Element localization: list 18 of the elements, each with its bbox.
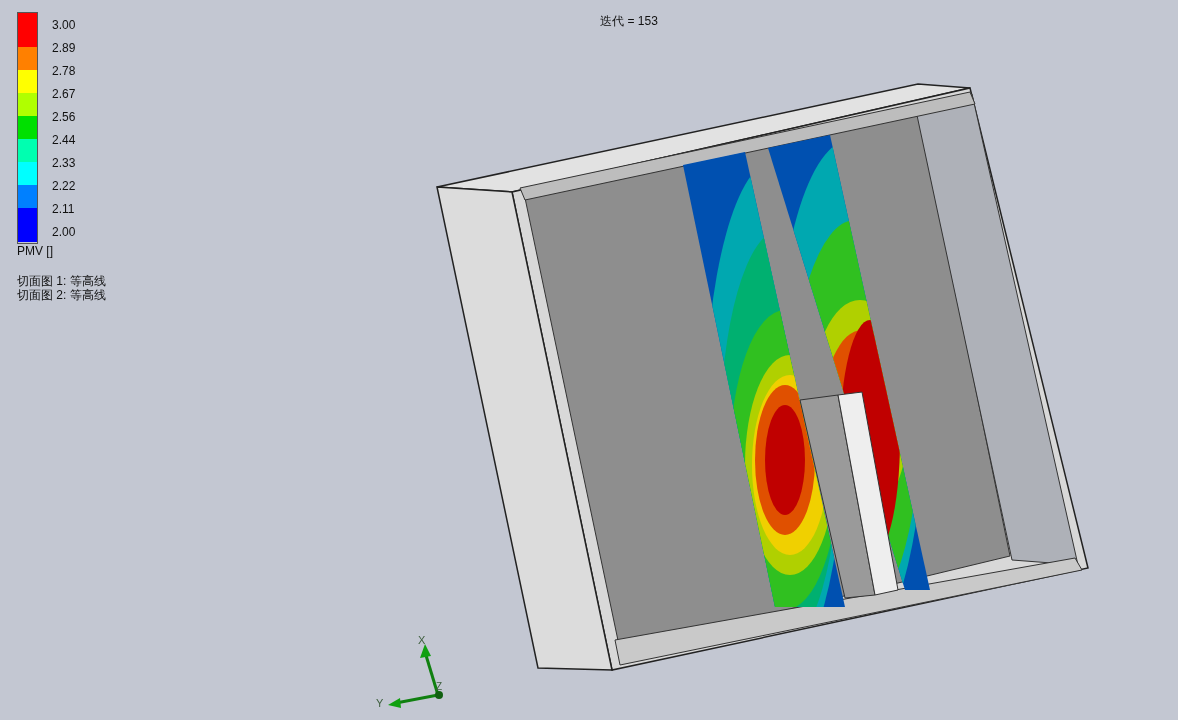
legend-title: PMV [] xyxy=(17,244,54,258)
scale-value: 3.00 xyxy=(52,17,76,34)
axis-label: X xyxy=(418,634,426,646)
scale-value: 2.56 xyxy=(52,109,76,126)
iteration-label: 迭代 = 153 xyxy=(600,13,658,30)
scale-value: 2.89 xyxy=(52,40,76,57)
scale-value: 2.11 xyxy=(52,201,76,218)
scale-value: 2.44 xyxy=(52,132,76,149)
plot-caption: 切面图 2: 等高线 xyxy=(17,288,106,302)
scale-value: 2.33 xyxy=(52,155,76,172)
scale-value: 2.78 xyxy=(52,63,76,80)
scale-value: 2.00 xyxy=(52,224,76,241)
scale-value: 2.67 xyxy=(52,86,76,103)
axis-label: Z xyxy=(436,681,443,692)
scale-value: 2.22 xyxy=(52,178,76,195)
plot-caption: 切面图 1: 等高线 xyxy=(17,274,106,288)
axis-triad-drawing xyxy=(388,644,443,708)
axis-label: Y xyxy=(376,697,384,709)
